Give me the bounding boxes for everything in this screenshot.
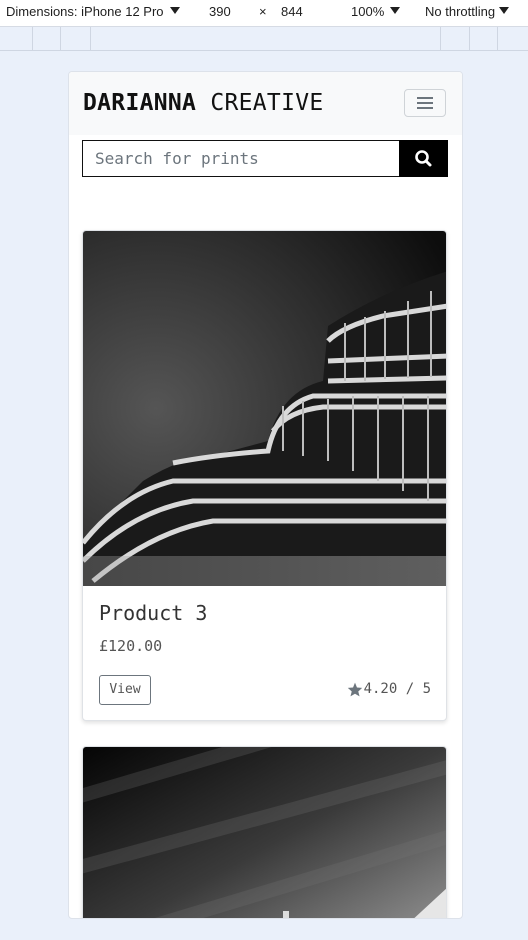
width-input[interactable]: 390 — [209, 4, 231, 19]
menu-toggle-button[interactable] — [404, 89, 446, 117]
height-input[interactable]: 844 — [281, 4, 303, 19]
product-card — [82, 746, 447, 919]
throttling-select[interactable]: No throttling — [425, 4, 510, 19]
throttling-label: No throttling — [425, 4, 496, 19]
zoom-select[interactable]: 100% — [351, 4, 401, 19]
zoom-label: 100% — [351, 4, 385, 19]
device-select[interactable]: Dimensions: iPhone 12 Pro — [6, 4, 180, 19]
product-price: £120.00 — [99, 637, 163, 655]
search-icon — [415, 150, 432, 167]
search-form — [82, 140, 448, 177]
device-dimensions-label: Dimensions: iPhone 12 Pro — [6, 4, 164, 19]
view-button[interactable]: View — [99, 675, 151, 705]
times-symbol: × — [259, 4, 267, 19]
search-input[interactable] — [82, 140, 399, 177]
navbar: DARIANNA CREATIVE — [69, 72, 462, 135]
search-button[interactable] — [399, 140, 448, 177]
chevron-down-icon — [499, 7, 510, 14]
hamburger-icon — [417, 97, 433, 99]
product-rating: 4.20 / 5 — [347, 681, 431, 697]
devtools-toolbar: Dimensions: iPhone 12 Pro 390 × 844 100%… — [0, 0, 528, 27]
brand-name-light: CREATIVE — [210, 90, 324, 116]
device-viewport: DARIANNA CREATIVE Search for prints Prod… — [68, 71, 463, 919]
chevron-down-icon — [390, 7, 401, 14]
rating-value: 4.20 / 5 — [363, 681, 431, 697]
product-title[interactable]: Product 3 — [99, 601, 207, 625]
chevron-down-icon — [169, 7, 180, 14]
product-card: Product 3 £120.00 View 4.20 / 5 — [82, 230, 447, 721]
product-image[interactable] — [83, 747, 447, 919]
product-image[interactable] — [83, 231, 447, 586]
star-icon — [347, 682, 362, 696]
brand-logo[interactable]: DARIANNA CREATIVE — [83, 90, 324, 116]
brand-name-bold: DARIANNA — [83, 90, 197, 116]
media-query-ruler — [0, 27, 528, 51]
